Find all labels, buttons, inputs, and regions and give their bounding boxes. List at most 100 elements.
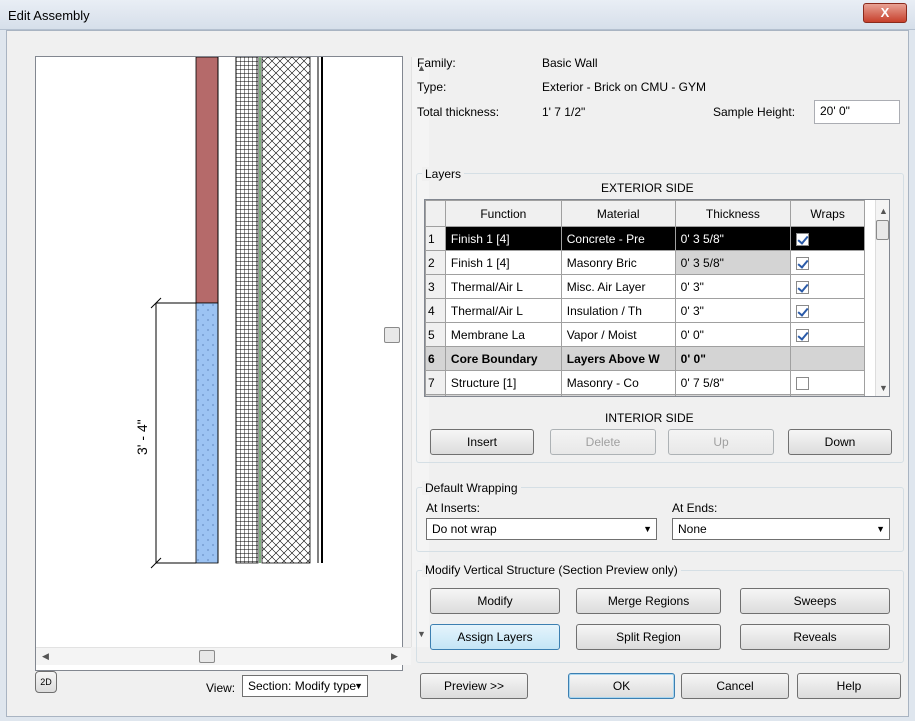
material-cell[interactable]: Concrete - Pre [560, 226, 676, 251]
wraps-checkbox[interactable] [796, 232, 810, 246]
row-number[interactable]: 1 [425, 226, 446, 251]
assign-layers-button[interactable]: Assign Layers [430, 624, 560, 650]
wraps-cell[interactable] [790, 370, 865, 395]
scroll-down-icon[interactable]: ▼ [879, 383, 888, 393]
wraps-cell[interactable] [790, 250, 865, 275]
wraps-checkbox[interactable] [796, 304, 810, 318]
row-number[interactable]: 8 [425, 394, 446, 396]
2d-view-icon[interactable]: 2D [35, 671, 57, 693]
material-cell[interactable]: Insulation / Th [560, 298, 676, 323]
scroll-left-icon[interactable]: ◀ [42, 651, 49, 662]
row-number[interactable]: 3 [425, 274, 446, 299]
wraps-cell[interactable] [790, 274, 865, 299]
thickness-cell[interactable]: 0' 3" [674, 274, 792, 299]
at-inserts-select[interactable]: Do not wrap ▼ [426, 518, 657, 540]
hscroll-thumb[interactable] [199, 650, 215, 663]
sample-height-label: Sample Height: [713, 105, 796, 119]
wraps-checkbox[interactable] [796, 328, 810, 342]
section-preview[interactable]: 3' - 4" ▲ ▼ ◀ ▶ [35, 56, 429, 671]
material-cell[interactable]: Misc. Air Layer [560, 274, 676, 299]
table-row[interactable]: 8Core BoundaryLayers Below W0' 0" [425, 394, 865, 396]
function-cell[interactable]: Thermal/Air L [444, 298, 562, 323]
thickness-cell[interactable]: 0' 3 5/8" [674, 226, 792, 251]
family-label: Family: [417, 56, 456, 70]
scroll-up-icon[interactable]: ▲ [879, 206, 888, 216]
wraps-checkbox[interactable] [796, 256, 810, 270]
ok-button[interactable]: OK [568, 673, 675, 699]
material-cell[interactable]: Masonry Bric [560, 250, 676, 275]
row-number[interactable]: 5 [425, 322, 446, 347]
layers-scroll-thumb[interactable] [876, 220, 889, 240]
table-row[interactable]: 7 Structure [1] Masonry - Co 0' 7 5/8" [425, 370, 865, 395]
wraps-cell[interactable] [790, 298, 865, 323]
layers-group-label: Layers [422, 167, 465, 181]
thickness-cell[interactable]: 0' 3" [674, 298, 792, 323]
thickness-cell[interactable]: 0' 0" [674, 322, 792, 347]
table-row[interactable]: 4 Thermal/Air L Insulation / Th 0' 3" [425, 298, 865, 323]
function-cell[interactable]: Core Boundary [444, 346, 562, 371]
wraps-checkbox[interactable] [796, 280, 810, 294]
wraps-checkbox[interactable] [796, 376, 810, 390]
column-header-material[interactable]: Material [560, 200, 676, 227]
row-number[interactable]: 7 [425, 370, 446, 395]
layers-scrollbar[interactable]: ▲ ▼ [875, 200, 889, 396]
concrete-layer [195, 302, 219, 564]
thickness-cell[interactable]: 0' 0" [674, 346, 792, 371]
preview-toggle-button[interactable]: Preview >> [420, 673, 528, 699]
help-button[interactable]: Help [797, 673, 901, 699]
at-ends-select[interactable]: None ▼ [672, 518, 890, 540]
down-button[interactable]: Down [788, 429, 892, 455]
modify-button[interactable]: Modify [430, 588, 560, 614]
sweeps-button[interactable]: Sweeps [740, 588, 890, 614]
function-cell[interactable]: Thermal/Air L [444, 274, 562, 299]
thickness-cell[interactable]: 0' 7 5/8" [674, 370, 792, 395]
column-header-function[interactable]: Function [444, 200, 562, 227]
table-row[interactable]: 6 Core Boundary Layers Above W 0' 0" [425, 346, 865, 371]
wraps-cell[interactable] [790, 346, 865, 371]
vscroll-thumb[interactable] [384, 327, 400, 343]
column-header-wraps[interactable]: Wraps [790, 200, 865, 227]
preview-horizontal-scrollbar[interactable]: ◀ ▶ [36, 647, 411, 665]
row-number[interactable]: 6 [425, 346, 446, 371]
delete-button[interactable]: Delete [550, 429, 656, 455]
reveals-button[interactable]: Reveals [740, 624, 890, 650]
function-cell[interactable]: Structure [1] [444, 370, 562, 395]
cmu-layer [235, 57, 259, 564]
up-button[interactable]: Up [668, 429, 774, 455]
cancel-button[interactable]: Cancel [681, 673, 789, 699]
material-cell[interactable]: Layers Above W [560, 346, 676, 371]
type-value: Exterior - Brick on CMU - GYM [542, 80, 707, 94]
view-select[interactable]: Section: Modify type ▼ [242, 675, 368, 697]
table-row[interactable]: 3 Thermal/Air L Misc. Air Layer 0' 3" [425, 274, 865, 299]
wraps-cell[interactable] [790, 226, 865, 251]
column-header-thickness[interactable]: Thickness [674, 200, 792, 227]
table-row[interactable]: 2 Finish 1 [4] Masonry Bric 0' 3 5/8" [425, 250, 865, 275]
chevron-down-icon: ▼ [643, 524, 652, 534]
insert-button[interactable]: Insert [430, 429, 534, 455]
scroll-right-icon[interactable]: ▶ [391, 651, 398, 662]
table-row[interactable]: 5 Membrane La Vapor / Moist 0' 0" [425, 322, 865, 347]
view-value: Section: Modify type [248, 679, 357, 693]
function-cell[interactable]: Membrane La [444, 322, 562, 347]
row-number[interactable]: 4 [425, 298, 446, 323]
sample-height-input[interactable]: 20' 0" [814, 100, 900, 124]
function-cell[interactable]: Finish 1 [4] [444, 226, 562, 251]
split-region-button[interactable]: Split Region [576, 624, 721, 650]
dimension-text: 3' - 4" [134, 419, 150, 455]
wraps-cell[interactable] [790, 322, 865, 347]
function-cell[interactable]: Core Boundary [444, 394, 562, 396]
dialog-body: 3' - 4" ▲ ▼ ◀ ▶ Family: Basic Wall Type:… [6, 30, 909, 717]
row-number[interactable]: 2 [425, 250, 446, 275]
material-cell[interactable]: Masonry - Co [560, 370, 676, 395]
thickness-cell[interactable]: 0' 0" [674, 394, 792, 396]
close-button[interactable]: X [863, 3, 907, 23]
thickness-cell[interactable]: 0' 3 5/8" [674, 250, 792, 275]
function-cell[interactable]: Finish 1 [4] [444, 250, 562, 275]
table-row[interactable]: 1 Finish 1 [4] Concrete - Pre 0' 3 5/8" [425, 226, 865, 251]
material-cell[interactable]: Layers Below W [560, 394, 676, 396]
wraps-cell[interactable] [790, 394, 865, 396]
material-cell[interactable]: Vapor / Moist [560, 322, 676, 347]
chevron-down-icon: ▼ [354, 681, 363, 691]
layers-table[interactable]: Function Material Thickness Wraps 1 Finis… [424, 199, 890, 397]
merge-regions-button[interactable]: Merge Regions [576, 588, 721, 614]
